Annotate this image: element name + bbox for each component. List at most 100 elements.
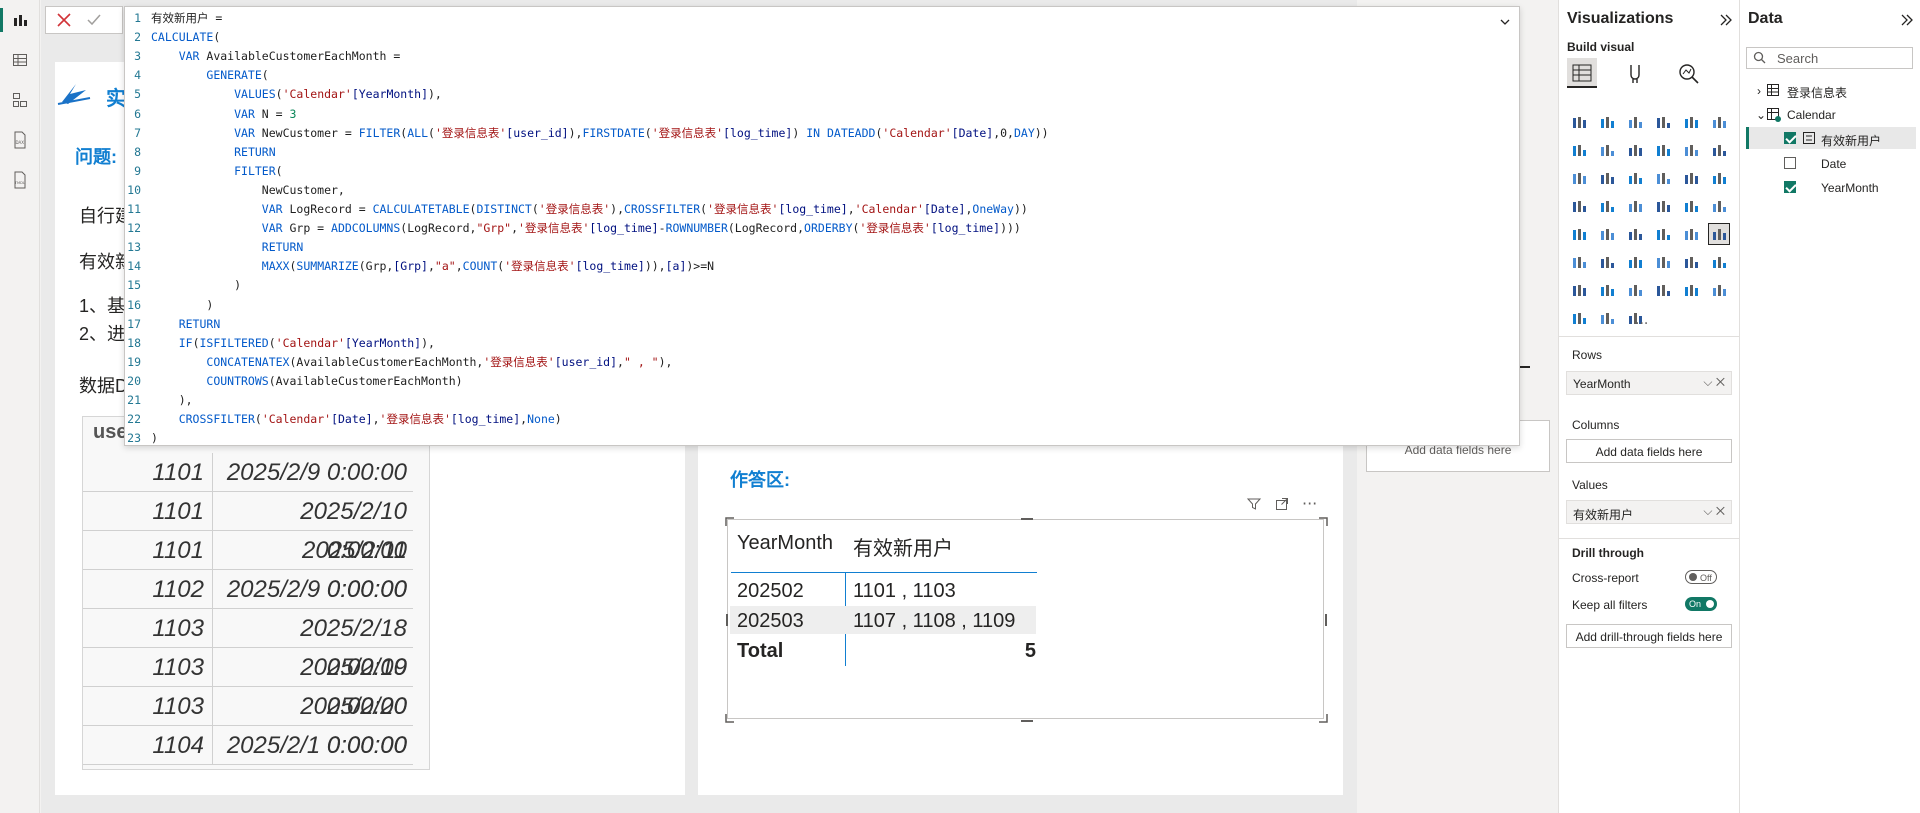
visual-type-icon[interactable] bbox=[1569, 196, 1589, 216]
code-line[interactable]: 9 FILTER( bbox=[125, 162, 1519, 181]
visual-type-icon[interactable] bbox=[1597, 252, 1617, 272]
code-line[interactable]: 16 ) bbox=[125, 296, 1519, 315]
field-controls-icon[interactable]: ⌵ ✕ bbox=[1703, 504, 1725, 519]
visual-type-icon[interactable] bbox=[1709, 196, 1729, 216]
analytics-icon[interactable] bbox=[1677, 62, 1701, 90]
code-line[interactable]: 21 ), bbox=[125, 391, 1519, 410]
code-line[interactable]: 17 RETURN bbox=[125, 315, 1519, 334]
build-visual-tab[interactable] bbox=[1567, 58, 1597, 88]
code-line[interactable]: 5 VALUES('Calendar'[YearMonth]), bbox=[125, 85, 1519, 104]
visual-type-icon[interactable] bbox=[1569, 280, 1589, 300]
code-line[interactable]: 15 ) bbox=[125, 276, 1519, 295]
columns-well[interactable]: Add data fields here bbox=[1566, 439, 1732, 463]
field-checkbox[interactable] bbox=[1784, 181, 1796, 193]
code-line[interactable]: 7 VAR NewCustomer = FILTER(ALL('登录信息表'[u… bbox=[125, 124, 1519, 143]
visual-type-icon[interactable] bbox=[1597, 224, 1617, 244]
visual-type-icon[interactable] bbox=[1681, 280, 1701, 300]
format-visual-icon[interactable] bbox=[1623, 62, 1647, 90]
visual-type-icon[interactable] bbox=[1653, 252, 1673, 272]
data-search-input[interactable]: Search bbox=[1746, 47, 1913, 69]
visual-type-icon[interactable] bbox=[1709, 280, 1729, 300]
filter-icon[interactable] bbox=[1246, 496, 1262, 516]
code-line[interactable]: 14 MAXX(SUMMARIZE(Grp,[Grp],"a",COUNT('登… bbox=[125, 257, 1519, 276]
visual-type-icon[interactable] bbox=[1569, 224, 1589, 244]
visual-type-icon[interactable] bbox=[1681, 140, 1701, 160]
collapse-data-pane-icon[interactable] bbox=[1900, 12, 1914, 31]
visual-type-icon[interactable] bbox=[1681, 252, 1701, 272]
visual-type-icon[interactable] bbox=[1653, 280, 1673, 300]
visual-type-icon[interactable] bbox=[1569, 140, 1589, 160]
code-line[interactable]: 23) bbox=[125, 429, 1519, 445]
code-line[interactable]: 8 RETURN bbox=[125, 143, 1519, 162]
code-line[interactable]: 11 VAR LogRecord = CALCULATETABLE(DISTIN… bbox=[125, 200, 1519, 219]
model-view-icon[interactable] bbox=[8, 88, 32, 112]
table-expand-icon[interactable]: › bbox=[1757, 84, 1761, 98]
cross-report-toggle[interactable]: Off bbox=[1685, 570, 1717, 584]
code-line[interactable]: 2 CALCULATE( bbox=[125, 28, 1519, 47]
visual-type-icon[interactable] bbox=[1681, 196, 1701, 216]
table-collapse-icon[interactable]: ⌄ bbox=[1756, 108, 1766, 122]
code-line[interactable]: 1 有效新用户 = bbox=[125, 9, 1519, 28]
visual-type-icon[interactable] bbox=[1653, 196, 1673, 216]
table-view-icon[interactable] bbox=[8, 48, 32, 72]
visual-type-icon[interactable] bbox=[1625, 140, 1645, 160]
tmdl-view-icon[interactable]: TMDL bbox=[8, 168, 32, 192]
code-line[interactable]: 10 NewCustomer, bbox=[125, 181, 1519, 200]
code-line[interactable]: 13 RETURN bbox=[125, 238, 1519, 257]
visual-type-icon[interactable] bbox=[1653, 224, 1673, 244]
visual-type-icon[interactable] bbox=[1625, 112, 1645, 132]
values-well-field[interactable]: 有效新用户 ⌵ ✕ bbox=[1566, 500, 1732, 524]
visual-type-icon[interactable] bbox=[1569, 112, 1589, 132]
code-line[interactable]: 6 VAR N = 3 bbox=[125, 105, 1519, 124]
visual-type-icon[interactable] bbox=[1681, 224, 1701, 244]
code-line[interactable]: 3 VAR AvailableCustomerEachMonth = bbox=[125, 47, 1519, 66]
visual-type-icon[interactable] bbox=[1597, 308, 1617, 328]
visual-type-icon[interactable] bbox=[1681, 168, 1701, 188]
visual-type-icon[interactable] bbox=[1709, 252, 1729, 272]
dax-query-view-icon[interactable]: DAX bbox=[8, 128, 32, 152]
keep-filters-toggle[interactable]: On bbox=[1685, 597, 1717, 611]
matrix-visual[interactable]: YearMonth 有效新用户 202502 1101 , 1103 20250… bbox=[725, 517, 1328, 723]
code-line[interactable]: 19 CONCATENATEX(AvailableCustomerEachMon… bbox=[125, 353, 1519, 372]
visual-type-icon[interactable] bbox=[1709, 112, 1729, 132]
visual-type-icon[interactable] bbox=[1597, 140, 1617, 160]
resize-handles[interactable] bbox=[724, 516, 1329, 724]
field-yearmonth[interactable]: YearMonth bbox=[1821, 181, 1879, 195]
field-checkbox[interactable] bbox=[1784, 132, 1796, 144]
visual-type-icon[interactable] bbox=[1625, 224, 1645, 244]
field-youxiao[interactable]: 有效新用户 bbox=[1821, 132, 1881, 149]
code-line[interactable]: 20 COUNTROWS(AvailableCustomerEachMonth) bbox=[125, 372, 1519, 391]
visual-type-icon[interactable] bbox=[1597, 112, 1617, 132]
commit-icon[interactable] bbox=[86, 12, 102, 32]
code-line[interactable]: 12 VAR Grp = ADDCOLUMNS(LogRecord,"Grp",… bbox=[125, 219, 1519, 238]
visual-type-icon[interactable] bbox=[1625, 196, 1645, 216]
visual-type-icon[interactable] bbox=[1569, 252, 1589, 272]
field-controls-icon[interactable]: ⌵ ✕ bbox=[1703, 375, 1725, 390]
rows-well-field[interactable]: YearMonth ⌵ ✕ bbox=[1566, 371, 1732, 395]
dax-formula-editor[interactable]: 1 有效新用户 = 2 CALCULATE(3 VAR AvailableCustom… bbox=[124, 6, 1520, 446]
visual-type-icon[interactable] bbox=[1569, 168, 1589, 188]
visual-type-icon[interactable] bbox=[1597, 196, 1617, 216]
visual-type-icon[interactable] bbox=[1653, 112, 1673, 132]
report-view-icon[interactable] bbox=[0, 8, 32, 32]
tree-table-denglu[interactable]: 登录信息表 bbox=[1787, 84, 1847, 101]
visual-type-icon[interactable] bbox=[1708, 223, 1730, 245]
visual-type-icon[interactable] bbox=[1625, 280, 1645, 300]
visual-type-icon[interactable] bbox=[1653, 168, 1673, 188]
visual-type-icon[interactable] bbox=[1681, 112, 1701, 132]
collapse-editor-icon[interactable] bbox=[1499, 13, 1511, 32]
visual-type-icon[interactable] bbox=[1653, 140, 1673, 160]
visual-type-icon[interactable] bbox=[1597, 280, 1617, 300]
field-date[interactable]: Date bbox=[1821, 157, 1846, 171]
more-options-icon[interactable]: ··· bbox=[1302, 494, 1317, 514]
cancel-icon[interactable] bbox=[56, 12, 72, 32]
visual-type-icon[interactable] bbox=[1709, 168, 1729, 188]
code-line[interactable]: 18 IF(ISFILTERED('Calendar'[YearMonth]), bbox=[125, 334, 1519, 353]
visual-type-icon[interactable] bbox=[1625, 252, 1645, 272]
visual-type-icon[interactable] bbox=[1597, 168, 1617, 188]
code-line[interactable]: 22 CROSSFILTER('Calendar'[Date],'登录信息表'[… bbox=[125, 410, 1519, 429]
drill-through-well[interactable]: Add drill-through fields here bbox=[1566, 624, 1732, 648]
more-visuals-icon[interactable]: ··· bbox=[1635, 316, 1648, 332]
code-line[interactable]: 4 GENERATE( bbox=[125, 66, 1519, 85]
focus-mode-icon[interactable] bbox=[1274, 496, 1290, 516]
